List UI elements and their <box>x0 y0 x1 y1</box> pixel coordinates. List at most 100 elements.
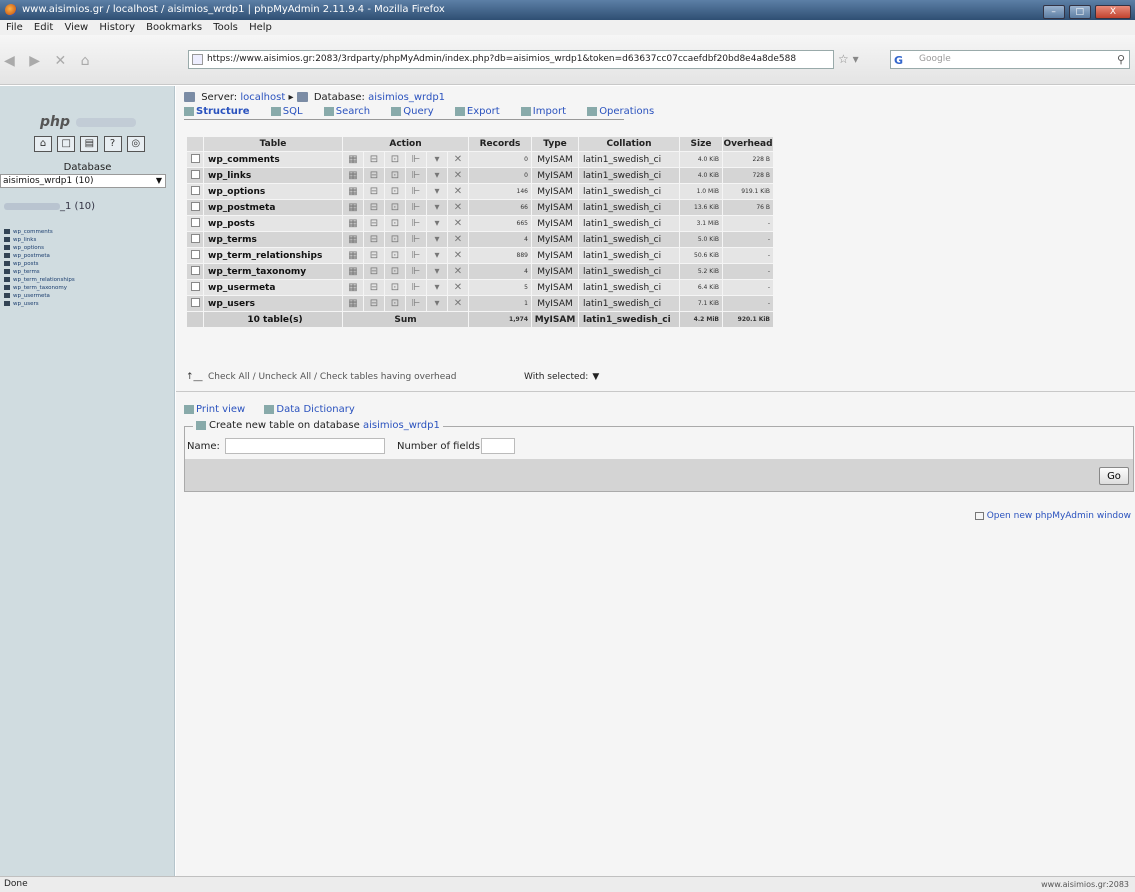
drop-icon[interactable]: ✕ <box>448 168 468 183</box>
row-table-name[interactable]: wp_term_taxonomy <box>204 264 342 279</box>
list-item[interactable]: wp_posts <box>4 260 75 268</box>
tab-import[interactable]: Import <box>520 106 575 117</box>
browse-icon[interactable]: ▦ <box>343 200 363 215</box>
query-window-icon[interactable]: □ <box>57 136 76 152</box>
empty-icon[interactable]: ▾ <box>427 200 447 215</box>
create-database-link[interactable]: aisimios_wrdp1 <box>363 420 440 431</box>
documentation-icon[interactable]: ? <box>103 136 122 152</box>
search-input[interactable]: G Google ⚲ <box>890 50 1130 69</box>
browse-icon[interactable]: ▦ <box>343 152 363 167</box>
phpmyadmin-logo[interactable]: php <box>40 114 137 130</box>
database-select[interactable]: aisimios_wrdp1 (10) ▼ <box>0 174 166 188</box>
row-checkbox[interactable] <box>187 296 203 311</box>
structure-icon[interactable]: ⊟ <box>364 296 384 311</box>
row-checkbox[interactable] <box>187 264 203 279</box>
list-item[interactable]: wp_term_taxonomy <box>4 284 75 292</box>
maximize-button[interactable]: □ <box>1068 5 1091 19</box>
insert-icon[interactable]: ⊩ <box>406 232 426 247</box>
table-row[interactable]: wp_terms ▦ ⊟ ⊡ ⊩ ▾ ✕ 4 MyISAM latin1_swedish_ci 5.… <box>187 232 773 247</box>
menu-edit[interactable]: Edit <box>34 22 53 33</box>
bookmark-star-icon[interactable]: ☆ ▾ <box>838 52 859 66</box>
list-item[interactable]: wp_options <box>4 244 75 252</box>
insert-icon[interactable]: ⊩ <box>406 264 426 279</box>
stop-icon[interactable]: ✕ <box>54 53 66 69</box>
row-table-name[interactable]: wp_postmeta <box>204 200 342 215</box>
row-checkbox[interactable] <box>187 168 203 183</box>
table-row[interactable]: wp_posts ▦ ⊟ ⊡ ⊩ ▾ ✕ 665 MyISAM latin1_swedish_ci… <box>187 216 773 231</box>
table-row[interactable]: wp_postmeta ▦ ⊟ ⊡ ⊩ ▾ ✕ 66 MyISAM latin1_swedish_… <box>187 200 773 215</box>
row-table-name[interactable]: wp_terms <box>204 232 342 247</box>
google-icon[interactable]: G <box>894 52 903 69</box>
row-table-name[interactable]: wp_usermeta <box>204 280 342 295</box>
address-bar[interactable]: https://www.aisimios.gr:2083/3rdparty/ph… <box>188 50 834 69</box>
search-icon[interactable]: ⊡ <box>385 248 405 263</box>
table-row[interactable]: wp_links ▦ ⊟ ⊡ ⊩ ▾ ✕ 0 MyISAM latin1_swedish_ci 4.… <box>187 168 773 183</box>
browse-icon[interactable]: ▦ <box>343 280 363 295</box>
table-row[interactable]: wp_users ▦ ⊟ ⊡ ⊩ ▾ ✕ 1 MyISAM latin1_swedish_ci 7.… <box>187 296 773 311</box>
search-icon[interactable]: ⊡ <box>385 264 405 279</box>
empty-icon[interactable]: ▾ <box>427 168 447 183</box>
home-icon[interactable]: ⌂ <box>34 136 52 152</box>
row-checkbox[interactable] <box>187 248 203 263</box>
check-all-links[interactable]: ↑__ Check All / Uncheck All / Check table… <box>186 372 456 382</box>
search-icon[interactable]: ⊡ <box>385 296 405 311</box>
insert-icon[interactable]: ⊩ <box>406 296 426 311</box>
home-icon[interactable]: ⌂ <box>81 53 90 69</box>
list-item[interactable]: wp_users <box>4 300 75 308</box>
structure-icon[interactable]: ⊟ <box>364 152 384 167</box>
list-item[interactable]: wp_term_relationships <box>4 276 75 284</box>
number-of-fields-input[interactable] <box>481 438 515 454</box>
empty-icon[interactable]: ▾ <box>427 216 447 231</box>
empty-icon[interactable]: ▾ <box>427 264 447 279</box>
mysql-docs-icon[interactable]: ◎ <box>126 136 145 152</box>
empty-icon[interactable]: ▾ <box>427 296 447 311</box>
browse-icon[interactable]: ▦ <box>343 264 363 279</box>
row-checkbox[interactable] <box>187 200 203 215</box>
sql-icon[interactable]: ▤ <box>80 136 99 152</box>
drop-icon[interactable]: ✕ <box>448 280 468 295</box>
row-table-name[interactable]: wp_posts <box>204 216 342 231</box>
print-view-link[interactable]: Print view <box>184 404 253 415</box>
open-new-window-link[interactable]: Open new phpMyAdmin window <box>974 511 1131 521</box>
tab-sql[interactable]: SQL <box>270 106 312 117</box>
list-item[interactable]: wp_comments <box>4 228 75 236</box>
browse-icon[interactable]: ▦ <box>343 248 363 263</box>
menu-bookmarks[interactable]: Bookmarks <box>146 22 202 33</box>
row-checkbox[interactable] <box>187 216 203 231</box>
insert-icon[interactable]: ⊩ <box>406 216 426 231</box>
list-item[interactable]: wp_usermeta <box>4 292 75 300</box>
forward-icon[interactable]: ▶ <box>29 53 40 69</box>
insert-icon[interactable]: ⊩ <box>406 200 426 215</box>
structure-icon[interactable]: ⊟ <box>364 184 384 199</box>
empty-icon[interactable]: ▾ <box>427 184 447 199</box>
search-icon[interactable]: ⊡ <box>385 152 405 167</box>
tab-operations[interactable]: Operations <box>587 106 663 117</box>
breadcrumb-database[interactable]: aisimios_wrdp1 <box>368 92 445 103</box>
structure-icon[interactable]: ⊟ <box>364 200 384 215</box>
menu-file[interactable]: File <box>6 22 23 33</box>
row-checkbox[interactable] <box>187 152 203 167</box>
menu-help[interactable]: Help <box>249 22 272 33</box>
browse-icon[interactable]: ▦ <box>343 184 363 199</box>
close-button[interactable]: X <box>1095 5 1131 19</box>
go-button[interactable]: Go <box>1099 467 1129 485</box>
insert-icon[interactable]: ⊩ <box>406 168 426 183</box>
breadcrumb-server[interactable]: localhost <box>240 92 285 103</box>
row-table-name[interactable]: wp_term_relationships <box>204 248 342 263</box>
drop-icon[interactable]: ✕ <box>448 264 468 279</box>
menu-tools[interactable]: Tools <box>213 22 238 33</box>
tab-search[interactable]: Search <box>323 106 379 117</box>
row-table-name[interactable]: wp_comments <box>204 152 342 167</box>
empty-icon[interactable]: ▾ <box>427 248 447 263</box>
drop-icon[interactable]: ✕ <box>448 248 468 263</box>
table-row[interactable]: wp_term_relationships ▦ ⊟ ⊡ ⊩ ▾ ✕ 889 MyISAM lati… <box>187 248 773 263</box>
table-row[interactable]: wp_usermeta ▦ ⊟ ⊡ ⊩ ▾ ✕ 5 MyISAM latin1_swedish_c… <box>187 280 773 295</box>
list-item[interactable]: wp_links <box>4 236 75 244</box>
search-icon[interactable]: ⊡ <box>385 280 405 295</box>
search-icon[interactable]: ⊡ <box>385 184 405 199</box>
menu-view[interactable]: View <box>64 22 88 33</box>
data-dictionary-link[interactable]: Data Dictionary <box>264 404 362 415</box>
empty-icon[interactable]: ▾ <box>427 152 447 167</box>
drop-icon[interactable]: ✕ <box>448 232 468 247</box>
row-table-name[interactable]: wp_links <box>204 168 342 183</box>
